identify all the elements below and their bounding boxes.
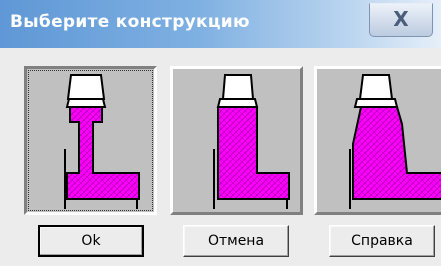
close-icon: X [393,7,409,31]
close-button[interactable]: X [369,3,433,37]
window-title: Выберите конструкцию [10,12,250,32]
cancel-button[interactable]: Отмена [183,225,289,257]
full-web-profile-icon [213,74,290,209]
construction-option-3[interactable] [314,66,441,215]
title-bar: Выберите конструкцию X [0,0,441,48]
help-button[interactable]: Справка [329,225,435,257]
construction-option-2[interactable] [170,66,303,215]
thin-web-profile-icon [64,74,140,209]
dialog-body: Ok Отмена Справка [0,48,441,266]
tapered-web-profile-icon [349,74,441,209]
construction-option-1[interactable] [24,66,157,215]
ok-button[interactable]: Ok [38,225,144,257]
